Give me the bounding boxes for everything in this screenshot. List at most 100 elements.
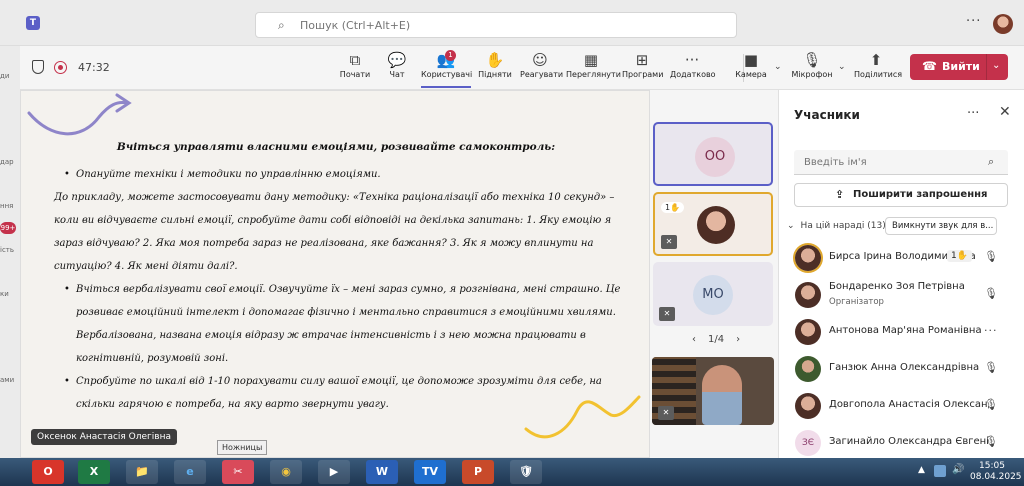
mic-off-icon: ✕ — [659, 307, 675, 321]
react-label: Реагувати — [520, 70, 564, 79]
content-body: Опануйте техніки і методики по управлінн… — [54, 163, 624, 416]
leave-options-chevron-icon[interactable]: ⌄ — [992, 60, 1000, 71]
volume-icon[interactable]: 🔊 — [952, 464, 964, 475]
leave-divider — [986, 54, 987, 80]
raised-hand-badge: 1✋ — [947, 250, 972, 262]
chrome-icon[interactable]: ◉ — [270, 460, 302, 484]
raise-hand-button[interactable]: ✋ Підняти — [478, 50, 512, 88]
participant-row[interactable]: ЗЄ Загинайло Олександра Євгенівна 🎙 — [779, 425, 1024, 462]
next-page-button[interactable]: › — [736, 334, 740, 345]
rail-item-label[interactable]: ами — [0, 376, 20, 384]
panel-more-icon[interactable]: ··· — [967, 106, 979, 121]
camera-options-chevron-icon[interactable]: ⌄ — [774, 62, 782, 72]
camera-button[interactable]: ■ Камера — [734, 50, 768, 88]
participant-video — [702, 365, 742, 425]
user-avatar[interactable] — [993, 14, 1013, 34]
mic-button[interactable]: 🎙 Мікрофон — [790, 50, 834, 88]
search-icon: ⌕ — [988, 155, 995, 168]
rail-item-label[interactable]: дар — [0, 158, 20, 166]
search-input[interactable] — [300, 17, 720, 34]
presenter-name-tag: Оксенок Анастасія Олегівна — [31, 429, 177, 445]
tooltip: Ножницы — [217, 440, 268, 455]
media-player-icon[interactable]: ▶ — [318, 460, 350, 484]
smile-icon: ☺ — [532, 51, 548, 69]
snipping-tool-icon[interactable]: ✂ — [222, 460, 254, 484]
participant-row[interactable]: Антонова Мар'яна Романівна ··· — [779, 314, 1024, 351]
raise-hand-label: Підняти — [478, 70, 512, 79]
meeting-timer: 47:32 — [78, 61, 110, 74]
rail-item-label[interactable]: ки — [0, 290, 20, 298]
leave-button[interactable]: ☎ Вийти ⌄ — [910, 54, 1008, 80]
group-label: На цій нараді (13) — [800, 221, 886, 231]
word-icon[interactable]: W — [366, 460, 398, 484]
mic-off-icon[interactable]: 🎙 — [984, 398, 998, 411]
more-options-icon[interactable]: ··· — [984, 324, 998, 337]
clock-time: 15:05 — [979, 461, 1005, 471]
close-icon[interactable]: ✕ — [999, 104, 1011, 120]
shield-icon[interactable] — [32, 60, 44, 74]
chat-label: Чат — [389, 70, 405, 79]
chat-button[interactable]: 💬 Чат — [386, 50, 408, 88]
video-tile[interactable]: MO ✕ — [653, 262, 773, 326]
system-clock[interactable]: 15:05 08.04.2025 — [970, 461, 1022, 483]
meeting-toolbar: 47:32 ⧉ Почати 💬 Чат 👥 1 Користувачі ✋ П… — [20, 46, 1024, 90]
apps-button[interactable]: ⊞ Програми — [622, 50, 664, 88]
people-button[interactable]: 👥 1 Користувачі — [421, 50, 472, 88]
people-badge: 1 — [445, 50, 456, 61]
participant-row[interactable]: Ганзюк Анна Олександрівна 🎙 — [779, 351, 1024, 388]
mic-options-chevron-icon[interactable]: ⌄ — [838, 62, 846, 72]
powerpoint-icon[interactable]: P — [462, 460, 494, 484]
rail-item-label[interactable]: ння — [0, 202, 20, 210]
rail-item-label[interactable]: ість — [0, 246, 20, 254]
panel-title: Учасники — [794, 108, 860, 122]
mic-off-icon[interactable]: 🎙 — [984, 250, 998, 263]
avatar: ЗЄ — [795, 430, 821, 456]
network-icon[interactable] — [934, 465, 946, 477]
search-box[interactable]: ⌕ — [255, 12, 737, 38]
mic-off-icon[interactable]: 🎙 — [984, 435, 998, 448]
more-button[interactable]: ··· Додатково — [670, 50, 716, 88]
participant-row[interactable]: Бондаренко Зоя Петрівна Організатор 🎙 — [779, 277, 1024, 314]
group-header[interactable]: ⌄ На цій нараді (13) — [787, 221, 886, 231]
recording-icon — [54, 61, 67, 74]
windows-taskbar: O X 📁 e ✂ ◉ ▶ W TV P 🛡 ▲ 🔊 15:05 08.04.2… — [0, 458, 1024, 486]
react-button[interactable]: ☺ Реагувати — [520, 50, 564, 88]
video-tile-live[interactable]: ✕ — [652, 357, 774, 425]
mic-off-icon[interactable]: 🎙 — [984, 361, 998, 374]
security-app-icon[interactable]: 🛡 — [510, 460, 542, 484]
more-options-icon[interactable]: ··· — [966, 14, 981, 29]
participant-row[interactable]: Бирса Ірина Володимирівна 1✋ 🎙 — [779, 240, 1024, 277]
content-bullet: Спробуйте по шкалі від 1-10 порахувати с… — [54, 370, 624, 416]
avatar — [795, 356, 821, 382]
internet-explorer-icon[interactable]: e — [174, 460, 206, 484]
participant-role: Організатор — [829, 297, 884, 307]
content-title: Вчіться управляти власними емоціями, роз… — [116, 141, 556, 153]
apps-label: Програми — [622, 70, 664, 79]
participant-initials: OO — [695, 137, 735, 177]
start-button[interactable]: ⧉ Почати — [338, 50, 372, 88]
video-tile[interactable]: OO — [653, 122, 773, 186]
tray-chevron-icon[interactable]: ▲ — [918, 465, 925, 475]
title-bar: T ⌕ ··· — [0, 0, 1024, 46]
rail-item-label[interactable]: ди — [0, 72, 20, 80]
participant-row[interactable]: Довгопола Анастасія Олександрівна 🎙 — [779, 388, 1024, 425]
view-button[interactable]: ▦ Переглянути — [566, 50, 621, 88]
opera-icon[interactable]: O — [32, 460, 64, 484]
folder-icon[interactable]: 📁 — [126, 460, 158, 484]
prev-page-button[interactable]: ‹ — [692, 334, 696, 345]
grid-icon: ▦ — [583, 51, 599, 69]
start-label: Почати — [339, 70, 371, 79]
tile-pager: ‹ 1/4 › — [686, 334, 746, 345]
share-invite-button[interactable]: ⇪ Поширити запрошення — [794, 183, 1008, 207]
mute-all-button[interactable]: Вимкнути звук для в... — [885, 217, 997, 235]
screen-icon: ⧉ — [349, 51, 361, 69]
mic-off-icon[interactable]: 🎙 — [984, 287, 998, 300]
name-search-input[interactable] — [794, 150, 1008, 175]
teams-logo-icon[interactable]: T — [26, 16, 40, 30]
excel-icon[interactable]: X — [78, 460, 110, 484]
raised-hand-badge: 1✋ — [661, 202, 685, 213]
mic-off-icon: ✕ — [658, 406, 674, 420]
share-button[interactable]: ⬆ Поділитися — [854, 50, 902, 88]
video-tile[interactable]: 1✋ ✕ — [653, 192, 773, 256]
teamviewer-icon[interactable]: TV — [414, 460, 446, 484]
